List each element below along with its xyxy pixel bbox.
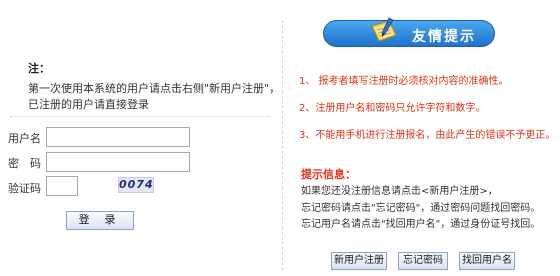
- separator: [10, 116, 270, 117]
- note-line-2: 已注册的用户请直接登录: [28, 98, 149, 111]
- info-line-3: 忘记用户名请点击"找回用户名"，通过身份证号找回。: [301, 219, 541, 230]
- info-title: 提示信息：: [301, 168, 356, 181]
- username-input[interactable]: [46, 127, 190, 147]
- info-line-2: 忘记密码请点击"忘记密码"，通过密码问题找回密码。: [301, 203, 541, 214]
- captcha-image[interactable]: 0074: [118, 177, 154, 193]
- notebook-pencil-icon: [371, 17, 397, 42]
- info-line-1: 如果您还没注册信息请点击<新用户注册>，: [301, 186, 498, 197]
- register-button[interactable]: 新用户注册: [331, 252, 387, 270]
- tip-2: 2、注册用户名和密码只允许字符和数字。: [299, 103, 486, 114]
- forgot-password-button[interactable]: 忘记密码: [398, 252, 448, 270]
- captcha-input[interactable]: [46, 176, 78, 196]
- tips-panel: 友情提示 1、 报考者填写注册时必须核对内容的准确性。 2、注册用户名和密码只允…: [283, 0, 560, 276]
- password-input[interactable]: [46, 152, 190, 172]
- tip-1: 1、 报考者填写注册时必须核对内容的准确性。: [299, 76, 509, 87]
- note-title: 注：: [28, 62, 50, 75]
- tip-3: 3、不能用手机进行注册报名，由此产生的错误不予更正。: [299, 130, 556, 141]
- username-label: 用户名: [8, 132, 41, 145]
- password-label: 密 码: [8, 157, 41, 170]
- note-line-1: 第一次使用本系统的用户请点击右侧"新用户注册"，: [28, 82, 281, 95]
- captcha-label: 验证码: [8, 182, 41, 195]
- login-panel: 注： 第一次使用本系统的用户请点击右侧"新用户注册"， 已注册的用户请直接登录 …: [0, 0, 282, 276]
- banner: 友情提示: [323, 20, 495, 47]
- recover-username-button[interactable]: 找回用户名: [459, 252, 515, 270]
- banner-title: 友情提示: [412, 29, 476, 45]
- login-button[interactable]: 登 录: [66, 211, 134, 230]
